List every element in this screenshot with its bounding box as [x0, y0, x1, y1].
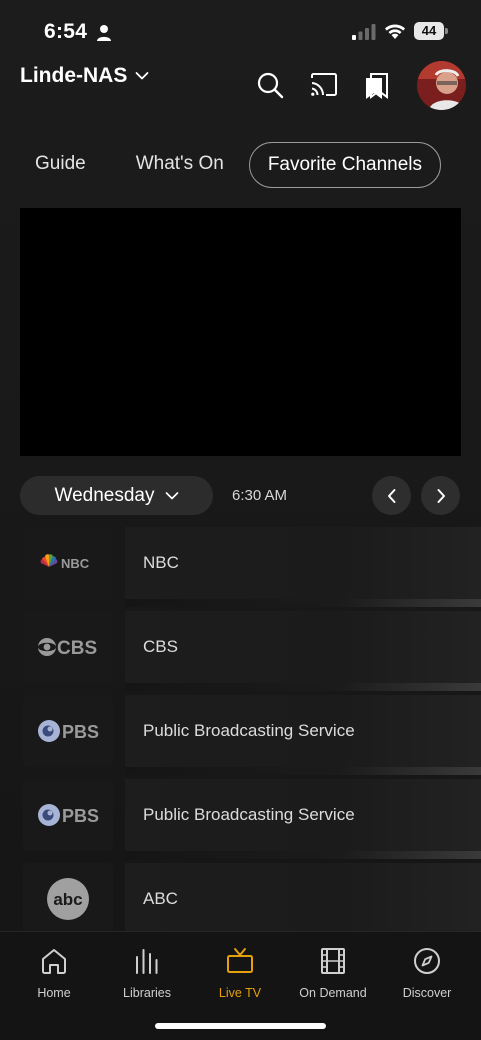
live-tv-screen: 6:54 44 Linde-NAS Guide What's On Favori…: [0, 0, 481, 1040]
server-selector[interactable]: Linde-NAS: [20, 64, 149, 88]
nav-on-demand-label: On Demand: [299, 986, 367, 1000]
server-name: Linde-NAS: [20, 64, 128, 87]
pbs-logo: PBS: [38, 804, 99, 826]
channel-name: CBS: [143, 637, 178, 656]
channel-row[interactable]: PBS Public Broadcasting Service: [20, 695, 481, 775]
svg-text:abc: abc: [53, 890, 82, 909]
battery-tip: [445, 28, 448, 34]
tab-whats-on[interactable]: What's On: [121, 142, 239, 188]
nbc-logo: NBC: [40, 554, 90, 571]
channel-name: Public Broadcasting Service: [143, 721, 355, 740]
battery-icon: 44: [414, 22, 448, 40]
tab-favorite-channels[interactable]: Favorite Channels: [248, 142, 442, 188]
channel-logo: PBS: [23, 779, 113, 851]
watchlist-bookmark-icon[interactable]: [362, 70, 392, 100]
day-selector[interactable]: Wednesday: [20, 476, 213, 515]
nav-discover-label: Discover: [402, 986, 452, 1000]
chevron-right-icon: [437, 488, 445, 503]
row-divider: [125, 851, 481, 859]
nav-home[interactable]: Home: [9, 946, 99, 1000]
chevron-down-icon: [165, 491, 178, 499]
channel-name: Public Broadcasting Service: [143, 805, 355, 824]
film-icon: [321, 948, 345, 974]
home-icon: [42, 949, 66, 974]
person-icon: [97, 25, 111, 41]
avatar-photo: [417, 61, 466, 110]
channel-row[interactable]: CBS CBS: [20, 611, 481, 691]
status-bar: 6:54 44: [0, 0, 481, 62]
view-tabs: Guide What's On Favorite Channels: [20, 142, 442, 188]
tab-guide[interactable]: Guide: [20, 142, 101, 188]
search-icon[interactable]: [255, 70, 285, 100]
cast-icon[interactable]: [309, 70, 339, 100]
svg-text:PBS: PBS: [62, 806, 99, 826]
abc-logo: abc: [47, 878, 89, 920]
pbs-logo: PBS: [38, 720, 99, 742]
previous-time-button[interactable]: [372, 476, 411, 515]
user-avatar[interactable]: [417, 61, 466, 110]
channel-row[interactable]: NBC NBC: [20, 527, 481, 607]
channel-info: NBC: [125, 527, 481, 599]
svg-text:NBC: NBC: [61, 556, 90, 571]
cbs-logo: CBS: [38, 638, 97, 659]
channel-logo: CBS: [23, 611, 113, 683]
tv-icon: [227, 948, 253, 973]
channel-logo: abc: [23, 863, 113, 931]
channel-info: Public Broadcasting Service: [125, 779, 481, 851]
nav-live-tv-label: Live TV: [218, 986, 262, 1000]
nav-discover[interactable]: Discover: [382, 946, 472, 1000]
channel-name: ABC: [143, 889, 178, 908]
nav-live-tv[interactable]: Live TV: [195, 946, 285, 1000]
wifi-icon: [385, 24, 405, 39]
channel-logo: NBC: [23, 527, 113, 599]
channel-info: ABC: [125, 863, 481, 931]
libraries-icon: [136, 949, 158, 974]
guide-time: 6:30 AM: [232, 487, 288, 504]
nav-on-demand[interactable]: On Demand: [288, 946, 378, 1000]
chevron-left-icon: [387, 488, 395, 503]
row-divider: [125, 767, 481, 775]
battery-level: 44: [414, 22, 444, 40]
nav-libraries[interactable]: Libraries: [102, 946, 192, 1000]
svg-text:CBS: CBS: [57, 638, 97, 659]
video-player[interactable]: [20, 208, 461, 456]
nav-libraries-label: Libraries: [123, 986, 171, 1000]
next-time-button[interactable]: [421, 476, 460, 515]
chevron-down-icon: [135, 72, 149, 80]
day-label: Wednesday: [54, 484, 155, 506]
home-indicator[interactable]: [155, 1023, 326, 1029]
svg-text:PBS: PBS: [62, 722, 99, 742]
row-divider: [125, 599, 481, 607]
status-time: 6:54: [44, 20, 88, 43]
channel-name: NBC: [143, 553, 179, 572]
nav-home-label: Home: [37, 986, 71, 1000]
channel-logo: PBS: [23, 695, 113, 767]
channel-info: CBS: [125, 611, 481, 683]
compass-icon: [414, 948, 440, 974]
channel-info: Public Broadcasting Service: [125, 695, 481, 767]
cellular-signal-icon: [352, 24, 376, 40]
channel-row[interactable]: PBS Public Broadcasting Service: [20, 779, 481, 859]
row-divider: [125, 683, 481, 691]
channel-list: NBC NBC CBS CBS PBS Public Broadcasting …: [20, 527, 481, 931]
channel-row[interactable]: abc ABC: [20, 863, 481, 931]
